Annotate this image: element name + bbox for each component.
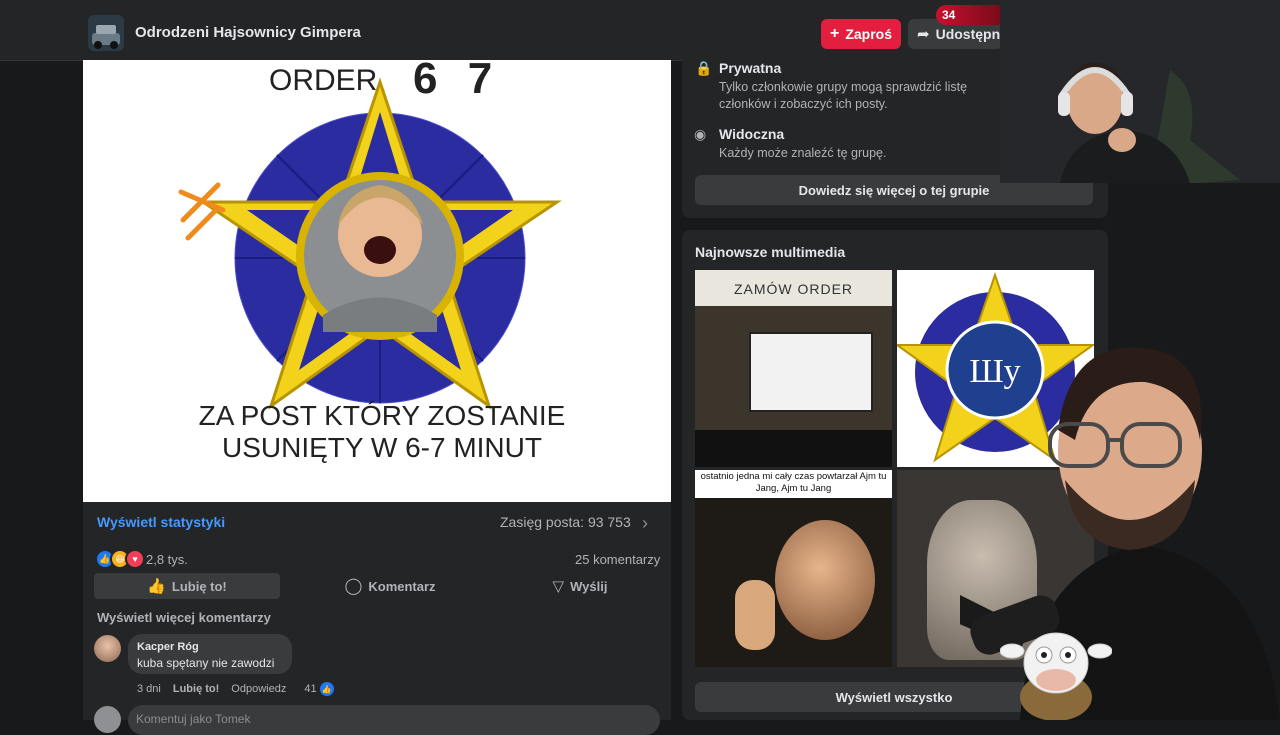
recent-media-title: Najnowsze multimedia xyxy=(695,244,846,260)
send-button[interactable]: ▽ Wyślij xyxy=(490,573,670,599)
group-avatar-image xyxy=(88,15,124,51)
send-label: Wyślij xyxy=(570,578,608,594)
lock-icon: 🔒 xyxy=(695,60,713,76)
comment-button[interactable]: ◯ Komentarz xyxy=(300,573,480,599)
comment-like-link[interactable]: Lubię to! xyxy=(173,683,219,695)
image-caption-line2: USUNIĘTY W 6-7 MINUT xyxy=(222,432,542,463)
send-icon: ▽ xyxy=(552,578,565,595)
media-thumbnail-1[interactable]: ZAMÓW ORDER xyxy=(695,270,892,467)
reaction-count[interactable]: 2,8 tys. xyxy=(146,552,188,567)
like-button[interactable]: 👍 Lubię to! xyxy=(94,573,280,599)
private-description: Tylko członkowie grupy mogą sprawdzić li… xyxy=(719,80,968,111)
invite-label: Zaproś xyxy=(845,26,893,42)
chevron-right-icon[interactable]: › xyxy=(642,513,648,534)
image-order-text: ORDER xyxy=(269,64,378,97)
visible-title: Widoczna xyxy=(719,126,785,142)
comment-input[interactable]: Komentuj jako Tomek xyxy=(128,705,660,735)
thumb3-face xyxy=(775,520,875,640)
webcam-person-graphic xyxy=(1000,0,1280,183)
thumb3-caption: ostatnio jedna mi cały czas powtarzał Aj… xyxy=(700,471,887,494)
comment-likes[interactable]: 41 👍 xyxy=(304,682,334,696)
thumb1-screen xyxy=(749,332,873,412)
like-badge-icon: 👍 xyxy=(319,682,334,696)
share-arrow-icon: ➦ xyxy=(917,26,930,43)
thumb1-title: ZAMÓW ORDER xyxy=(733,281,854,297)
private-title: Prywatna xyxy=(719,60,782,76)
plus-icon: + xyxy=(829,25,840,42)
invite-button[interactable]: + Zaproś xyxy=(821,19,901,49)
comment-count[interactable]: 25 komentarzy xyxy=(575,552,660,567)
group-avatar[interactable] xyxy=(88,15,124,51)
comment-like-count: 41 xyxy=(304,683,317,695)
post-image[interactable]: ORDER 6 7 ZA POST KTÓRY ZOSTANIE USUNIĘT… xyxy=(83,60,671,502)
notification-badge[interactable]: 34 xyxy=(936,5,1000,25)
image-order-number: 6 7 xyxy=(413,60,493,103)
comment-label: Komentarz xyxy=(368,578,436,594)
commenter-avatar[interactable] xyxy=(94,635,121,662)
comment-text: kuba spętany nie zawodzi xyxy=(137,656,275,670)
comment-meta: 3 dni Lubię to! Odpowiedz 41 👍 xyxy=(137,682,334,696)
comment-reply-link[interactable]: Odpowiedz xyxy=(231,683,286,695)
thumbs-up-icon: 👍 xyxy=(147,578,166,595)
comment-author[interactable]: Kacper Róg xyxy=(137,641,199,653)
view-statistics-link[interactable]: Wyświetl statystyki xyxy=(97,514,225,530)
visible-description: Każdy może znaleźć tę grupę. xyxy=(719,146,887,160)
webcam-overlay xyxy=(1000,0,1280,183)
thumb1-caption-strip xyxy=(695,430,892,467)
view-more-comments-link[interactable]: Wyświetl więcej komentarzy xyxy=(97,610,271,625)
eye-icon: ◉ xyxy=(694,126,707,142)
thumb3-thumb xyxy=(735,580,775,650)
cow-mascot xyxy=(1000,632,1112,720)
post-reach[interactable]: Zasięg posta: 93 753 xyxy=(500,514,631,530)
share-label: Udostępnij xyxy=(935,26,1003,42)
reaction-icons[interactable]: 👍 😆 ♥ xyxy=(95,549,145,569)
love-reaction-icon: ♥ xyxy=(125,549,145,569)
like-label: Lubię to! xyxy=(171,578,227,594)
group-title[interactable]: Odrodzeni Hajsownicy Gimpera xyxy=(135,24,361,41)
media-thumbnail-3[interactable]: ostatnio jedna mi cały czas powtarzał Aj… xyxy=(695,470,892,667)
image-caption-line1: ZA POST KTÓRY ZOSTANIE xyxy=(198,400,566,431)
comment-age[interactable]: 3 dni xyxy=(137,683,161,695)
speech-bubble-icon: ◯ xyxy=(344,578,363,595)
